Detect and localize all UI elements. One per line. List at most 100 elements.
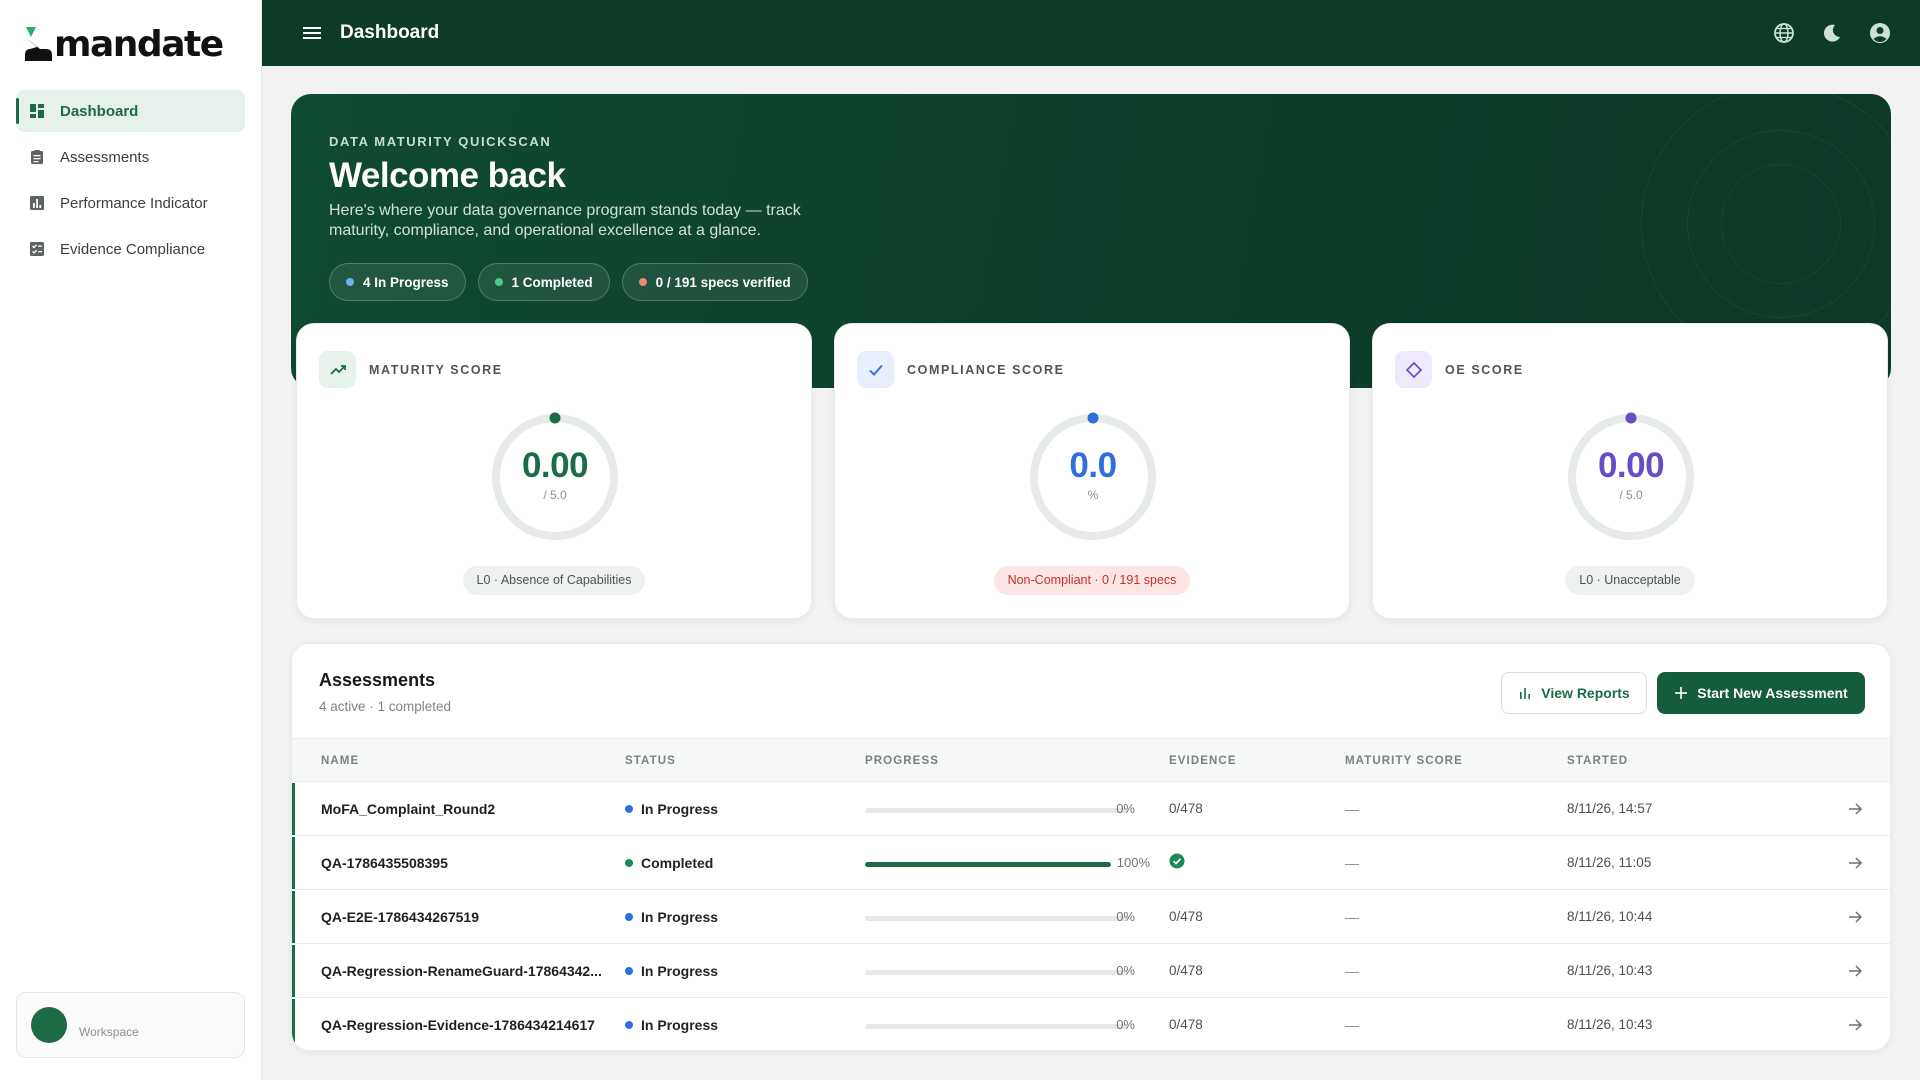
mandate-logo-mark-icon bbox=[25, 27, 52, 61]
diamond-icon bbox=[1395, 351, 1432, 388]
started-date: 8/11/26, 11:05 bbox=[1567, 855, 1652, 870]
menu-icon[interactable] bbox=[300, 21, 324, 45]
assessment-name: QA-Regression-RenameGuard-17864342... bbox=[321, 963, 602, 979]
arrow-right-icon[interactable] bbox=[1846, 908, 1864, 926]
status-pills: 4 In Progress 1 Completed 0 / 191 specs … bbox=[329, 263, 808, 301]
started-date: 8/11/26, 10:44 bbox=[1567, 909, 1653, 924]
progress-bar bbox=[865, 1024, 1128, 1029]
hero-subtitle: Here's where your data governance progra… bbox=[329, 202, 801, 239]
sidebar-item-dashboard[interactable]: Dashboard bbox=[16, 90, 245, 132]
evidence-complete bbox=[1169, 853, 1185, 872]
card-header: MATURITY SCORE bbox=[319, 351, 503, 388]
moon-icon[interactable] bbox=[1820, 21, 1844, 45]
sidebar-item-label: Dashboard bbox=[60, 102, 139, 120]
pill-label: 0 / 191 specs verified bbox=[655, 274, 791, 290]
account-icon[interactable] bbox=[1868, 21, 1892, 45]
table-row[interactable]: MoFA_Complaint_Round2 In Progress 0% 0/4… bbox=[292, 783, 1890, 836]
assessment-name: QA-Regression-Evidence-1786434214617 bbox=[321, 1017, 595, 1033]
table-row[interactable]: QA-E2E-1786434267519 In Progress 0% 0/47… bbox=[292, 891, 1890, 944]
progress-percent: 0% bbox=[1116, 909, 1135, 924]
maturity-score: — bbox=[1345, 855, 1359, 871]
progress-percent: 0% bbox=[1116, 801, 1135, 816]
score-unit: / 5.0 bbox=[1619, 488, 1643, 502]
status-dot bbox=[625, 913, 633, 921]
workspace-switcher[interactable]: Workspace bbox=[16, 992, 245, 1058]
maturity-gauge: 0.00 / 5.0 bbox=[490, 412, 620, 542]
badge-text: L0 · Unacceptable bbox=[1565, 566, 1695, 595]
pill-label: 4 In Progress bbox=[363, 274, 449, 290]
gauge-marker bbox=[1625, 412, 1637, 424]
hero-title: Welcome back bbox=[329, 156, 566, 195]
score-value: 0.00 bbox=[1597, 446, 1665, 485]
topbar-actions bbox=[1772, 0, 1892, 66]
arrow-right-icon[interactable] bbox=[1846, 962, 1864, 980]
arrow-right-icon[interactable] bbox=[1846, 800, 1864, 818]
status-text: In Progress bbox=[641, 801, 719, 817]
globe-icon[interactable] bbox=[1772, 21, 1796, 45]
column-header-name[interactable]: NAME bbox=[321, 755, 359, 767]
table-header: NAME STATUS PROGRESS EVIDENCE MATURITY S… bbox=[292, 738, 1890, 782]
progress-percent: 0% bbox=[1116, 1017, 1135, 1032]
status-text: Completed bbox=[641, 855, 714, 871]
check-icon bbox=[857, 351, 894, 388]
evidence-count: 0/478 bbox=[1169, 1017, 1203, 1032]
progress-bar bbox=[865, 808, 1128, 813]
status-text: In Progress bbox=[641, 1017, 719, 1033]
column-header-status[interactable]: STATUS bbox=[625, 755, 676, 767]
sidebar-item-label: Evidence Compliance bbox=[60, 240, 206, 258]
score-value: 0.0 bbox=[1069, 446, 1117, 485]
start-new-assessment-button[interactable]: Start New Assessment bbox=[1657, 672, 1865, 714]
sidebar-nav: Dashboard Assessments Performance Indica… bbox=[16, 90, 245, 274]
maturity-score-card[interactable]: MATURITY SCORE 0.00 / 5.0 L0 · Absence o… bbox=[296, 323, 812, 619]
column-header-started[interactable]: STARTED bbox=[1567, 755, 1628, 767]
gauge-marker bbox=[1087, 412, 1099, 424]
card-label: MATURITY SCORE bbox=[369, 362, 503, 377]
started-date: 8/11/26, 14:57 bbox=[1567, 801, 1653, 816]
pill-specs-verified: 0 / 191 specs verified bbox=[621, 263, 808, 301]
arrow-right-icon[interactable] bbox=[1846, 1016, 1864, 1034]
oe-score-card[interactable]: OE SCORE 0.00 / 5.0 L0 · Unacceptable bbox=[1372, 323, 1888, 619]
card-label: COMPLIANCE SCORE bbox=[907, 362, 1065, 377]
status-dot bbox=[625, 1021, 633, 1029]
column-header-progress[interactable]: PROGRESS bbox=[865, 755, 939, 767]
progress-percent: 0% bbox=[1116, 963, 1135, 978]
compliance-gauge: 0.0 % bbox=[1028, 412, 1158, 542]
status-cell: In Progress bbox=[625, 963, 718, 979]
hero-kicker: DATA MATURITY QUICKSCAN bbox=[329, 134, 552, 149]
compliance-score-card[interactable]: COMPLIANCE SCORE 0.0 % Non-Compliant · 0… bbox=[834, 323, 1350, 619]
workspace-avatar bbox=[31, 1007, 67, 1043]
table-row[interactable]: QA-Regression-RenameGuard-17864342... In… bbox=[292, 945, 1890, 998]
sidebar-item-evidence-compliance[interactable]: Evidence Compliance bbox=[16, 228, 245, 270]
score-value: 0.00 bbox=[521, 446, 589, 485]
compliance-badge: Non-Compliant · 0 / 191 specs bbox=[835, 566, 1349, 595]
status-dot bbox=[494, 278, 503, 286]
app-logo[interactable]: mandate bbox=[22, 22, 224, 68]
arrow-right-icon[interactable] bbox=[1846, 854, 1864, 872]
sidebar-item-assessments[interactable]: Assessments bbox=[16, 136, 245, 178]
page-title: Dashboard bbox=[340, 22, 440, 43]
pill-completed: 1 Completed bbox=[477, 263, 610, 301]
progress-bar bbox=[865, 970, 1128, 975]
table-row[interactable]: QA-Regression-Evidence-1786434214617 In … bbox=[292, 999, 1890, 1050]
view-reports-button[interactable]: View Reports bbox=[1501, 672, 1647, 714]
plus-icon bbox=[1675, 687, 1688, 699]
table-row[interactable]: QA-1786435508395 Completed 100% — 8/11/2… bbox=[292, 837, 1890, 890]
column-header-evidence[interactable]: EVIDENCE bbox=[1169, 755, 1237, 767]
dashboard-icon bbox=[28, 102, 46, 120]
sidebar-item-label: Performance Indicator bbox=[60, 194, 208, 212]
workspace-label: Workspace bbox=[79, 1025, 139, 1039]
logo-text: mandate bbox=[54, 24, 224, 65]
status-cell: In Progress bbox=[625, 801, 718, 817]
evidence-count: 0/478 bbox=[1169, 909, 1203, 924]
pill-in-progress: 4 In Progress bbox=[329, 263, 466, 301]
status-dot bbox=[625, 805, 633, 813]
trending-up-icon bbox=[319, 351, 356, 388]
card-header: OE SCORE bbox=[1395, 351, 1524, 388]
status-cell: In Progress bbox=[625, 1017, 718, 1033]
sidebar-item-performance-indicator[interactable]: Performance Indicator bbox=[16, 182, 245, 224]
maturity-score: — bbox=[1345, 1017, 1359, 1033]
column-header-maturity-score[interactable]: MATURITY SCORE bbox=[1345, 755, 1463, 767]
sidebar: mandate Dashboard Assessments Performanc… bbox=[0, 0, 262, 1080]
started-date: 8/11/26, 10:43 bbox=[1567, 1017, 1653, 1032]
progress-percent: 100% bbox=[1116, 855, 1150, 870]
